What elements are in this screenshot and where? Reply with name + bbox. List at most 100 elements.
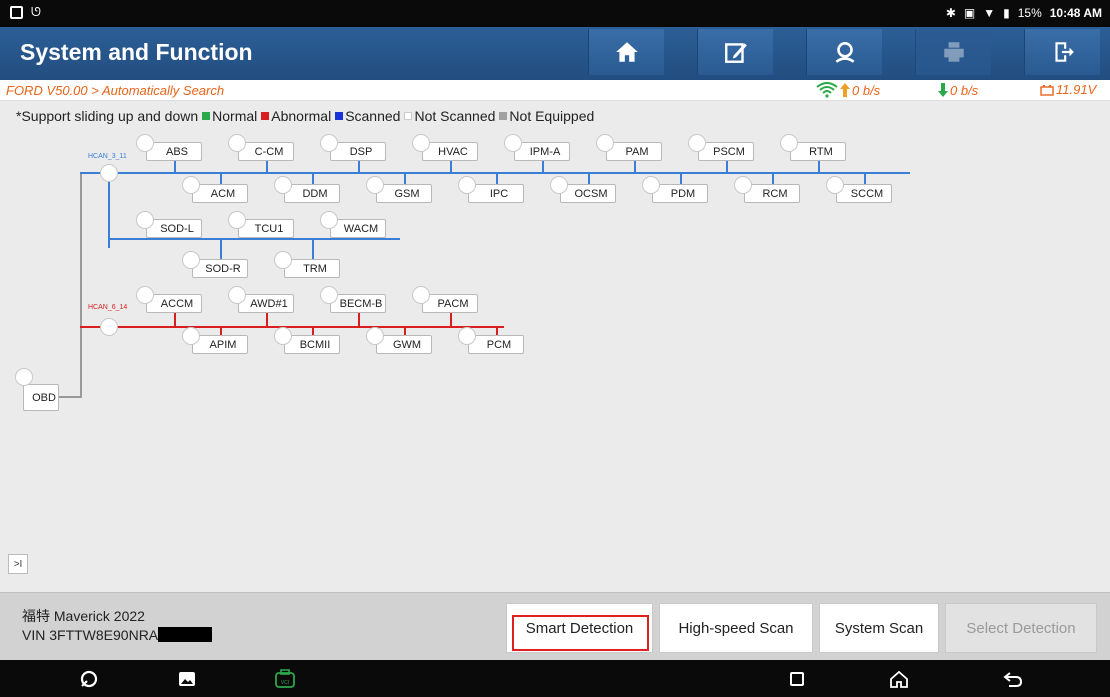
ecu-label: DDM — [302, 187, 328, 200]
ecu-ipm-a[interactable]: IPM-A — [514, 142, 570, 161]
ecu-pacm[interactable]: PACM — [422, 294, 478, 313]
ecu-status-node — [366, 176, 384, 194]
ecu-gsm[interactable]: GSM — [376, 184, 432, 203]
ecu-connector-line — [312, 174, 314, 184]
ecu-label: TCU1 — [254, 222, 284, 235]
ecu-pscm[interactable]: PSCM — [698, 142, 754, 161]
ecu-label: RCM — [762, 187, 788, 200]
ecu-status-node — [136, 134, 154, 152]
ecu-label: APIM — [209, 338, 237, 351]
home-icon — [615, 42, 638, 62]
wifi-icon: ▼ — [983, 6, 996, 20]
bus-node-hcan6 — [100, 318, 118, 336]
ecu-trm[interactable]: TRM — [284, 259, 340, 278]
ecu-gwm[interactable]: GWM — [376, 335, 432, 354]
ecu-acm[interactable]: ACM — [192, 184, 248, 203]
ecu-sod-r[interactable]: SOD-R — [192, 259, 248, 278]
ecu-bcmii[interactable]: BCMII — [284, 335, 340, 354]
ecu-label: DSP — [349, 145, 373, 158]
gallery-shortcut-button[interactable] — [176, 668, 198, 690]
recents-button[interactable] — [786, 668, 808, 690]
ecu-connector-line — [496, 174, 498, 184]
ecu-pam[interactable]: PAM — [606, 142, 662, 161]
back-button[interactable] — [1002, 668, 1024, 690]
ecu-becm-b[interactable]: BECM-B — [330, 294, 386, 313]
high-speed-scan-button[interactable]: High-speed Scan — [659, 603, 813, 653]
svg-text:VCI: VCI — [281, 680, 289, 686]
download-rate: 0 b/s — [938, 82, 978, 98]
select-detection-button[interactable]: Select Detection — [945, 603, 1097, 653]
ecu-obd[interactable]: OBD — [23, 384, 59, 411]
legend-scanned: Scanned — [345, 108, 401, 124]
ecu-connector-line — [174, 313, 176, 326]
ecu-label: ABS — [165, 145, 188, 158]
browser-shortcut-button[interactable] — [78, 668, 100, 690]
ecu-dsp[interactable]: DSP — [330, 142, 386, 161]
ecu-connector-line — [312, 328, 314, 335]
ecu-status-node — [136, 211, 154, 229]
ecu-connector-line — [588, 174, 590, 184]
ecu-rcm[interactable]: RCM — [744, 184, 800, 203]
ecu-status-node — [136, 286, 154, 304]
ecu-abs[interactable]: ABS — [146, 142, 202, 161]
vin-redaction — [158, 627, 213, 642]
ecu-connector-line — [404, 174, 406, 184]
ecu-rtm[interactable]: RTM — [790, 142, 846, 161]
hcan3-branch-line — [108, 174, 110, 248]
back-icon — [1003, 672, 1023, 687]
title-bar: System and Function — [0, 27, 1110, 80]
ecu-awd-1[interactable]: AWD#1 — [238, 294, 294, 313]
exit-button[interactable] — [1024, 29, 1100, 75]
legend-normal: Normal — [212, 108, 258, 124]
ecu-hvac[interactable]: HVAC — [422, 142, 478, 161]
home-nav-button[interactable] — [888, 668, 910, 690]
ecu-label: IPM-A — [529, 145, 561, 158]
support-button[interactable] — [806, 29, 882, 75]
smart-detection-button[interactable]: Smart Detection — [506, 603, 653, 653]
ecu-tcu1[interactable]: TCU1 — [238, 219, 294, 238]
ecu-pcm[interactable]: PCM — [468, 335, 524, 354]
ecu-status-node — [274, 251, 292, 269]
vehicle-info: 福特 Maverick 2022 VIN 3FTTW8E90NRA — [22, 607, 213, 645]
hcan3-sub-bus-line — [108, 238, 400, 240]
ecu-ipc[interactable]: IPC — [468, 184, 524, 203]
gallery-notification-icon — [10, 6, 23, 19]
ecu-label: PACM — [437, 297, 469, 310]
ecu-sccm[interactable]: SCCM — [836, 184, 892, 203]
bluetooth-icon: ✱ — [945, 6, 956, 20]
ecu-connector-line — [220, 240, 222, 259]
ecu-accm[interactable]: ACCM — [146, 294, 202, 313]
legend-abnormal: Abnormal — [271, 108, 332, 124]
ecu-sod-l[interactable]: SOD-L — [146, 219, 202, 238]
vehicle-vin: VIN 3FTTW8E90NRA — [22, 627, 159, 643]
ecu-status-node — [550, 176, 568, 194]
ecu-connector-line — [542, 161, 544, 172]
home-button[interactable] — [588, 29, 664, 75]
collapse-panel-button[interactable]: >I — [8, 554, 28, 574]
print-button[interactable] — [915, 29, 991, 75]
battery-percent: 15% — [1017, 6, 1042, 20]
ecu-status-node — [182, 176, 200, 194]
legend-swatch-not-equipped — [499, 112, 508, 120]
ecu-status-node — [15, 368, 33, 386]
ecu-status-node — [228, 211, 246, 229]
breadcrumb: FORD V50.00 > Automatically Search — [6, 83, 225, 98]
ecu-connector-line — [266, 313, 268, 326]
legend-not-equipped: Not Equipped — [509, 108, 595, 124]
ecu-ocsm[interactable]: OCSM — [560, 184, 616, 203]
network-topology-diagram[interactable]: OBD HCAN_3_11 HCAN_6_14 ABS C-CM DSP HVAC IP… — [0, 130, 1110, 590]
ecu-wacm[interactable]: WACM — [330, 219, 386, 238]
ecu-c-cm[interactable]: C-CM — [238, 142, 294, 161]
system-scan-button[interactable]: System Scan — [819, 603, 939, 653]
ecu-status-node — [412, 134, 430, 152]
ecu-label: ACCM — [160, 297, 194, 310]
obd-trunk-line — [80, 172, 82, 398]
ecu-apim[interactable]: APIM — [192, 335, 248, 354]
support-icon — [835, 42, 854, 63]
ecu-ddm[interactable]: DDM — [284, 184, 340, 203]
edit-button[interactable] — [697, 29, 773, 75]
ecu-pdm[interactable]: PDM — [652, 184, 708, 203]
vci-shortcut-button[interactable]: VCI — [274, 668, 296, 690]
ecu-status-node — [274, 176, 292, 194]
ecu-connector-line — [220, 174, 222, 184]
